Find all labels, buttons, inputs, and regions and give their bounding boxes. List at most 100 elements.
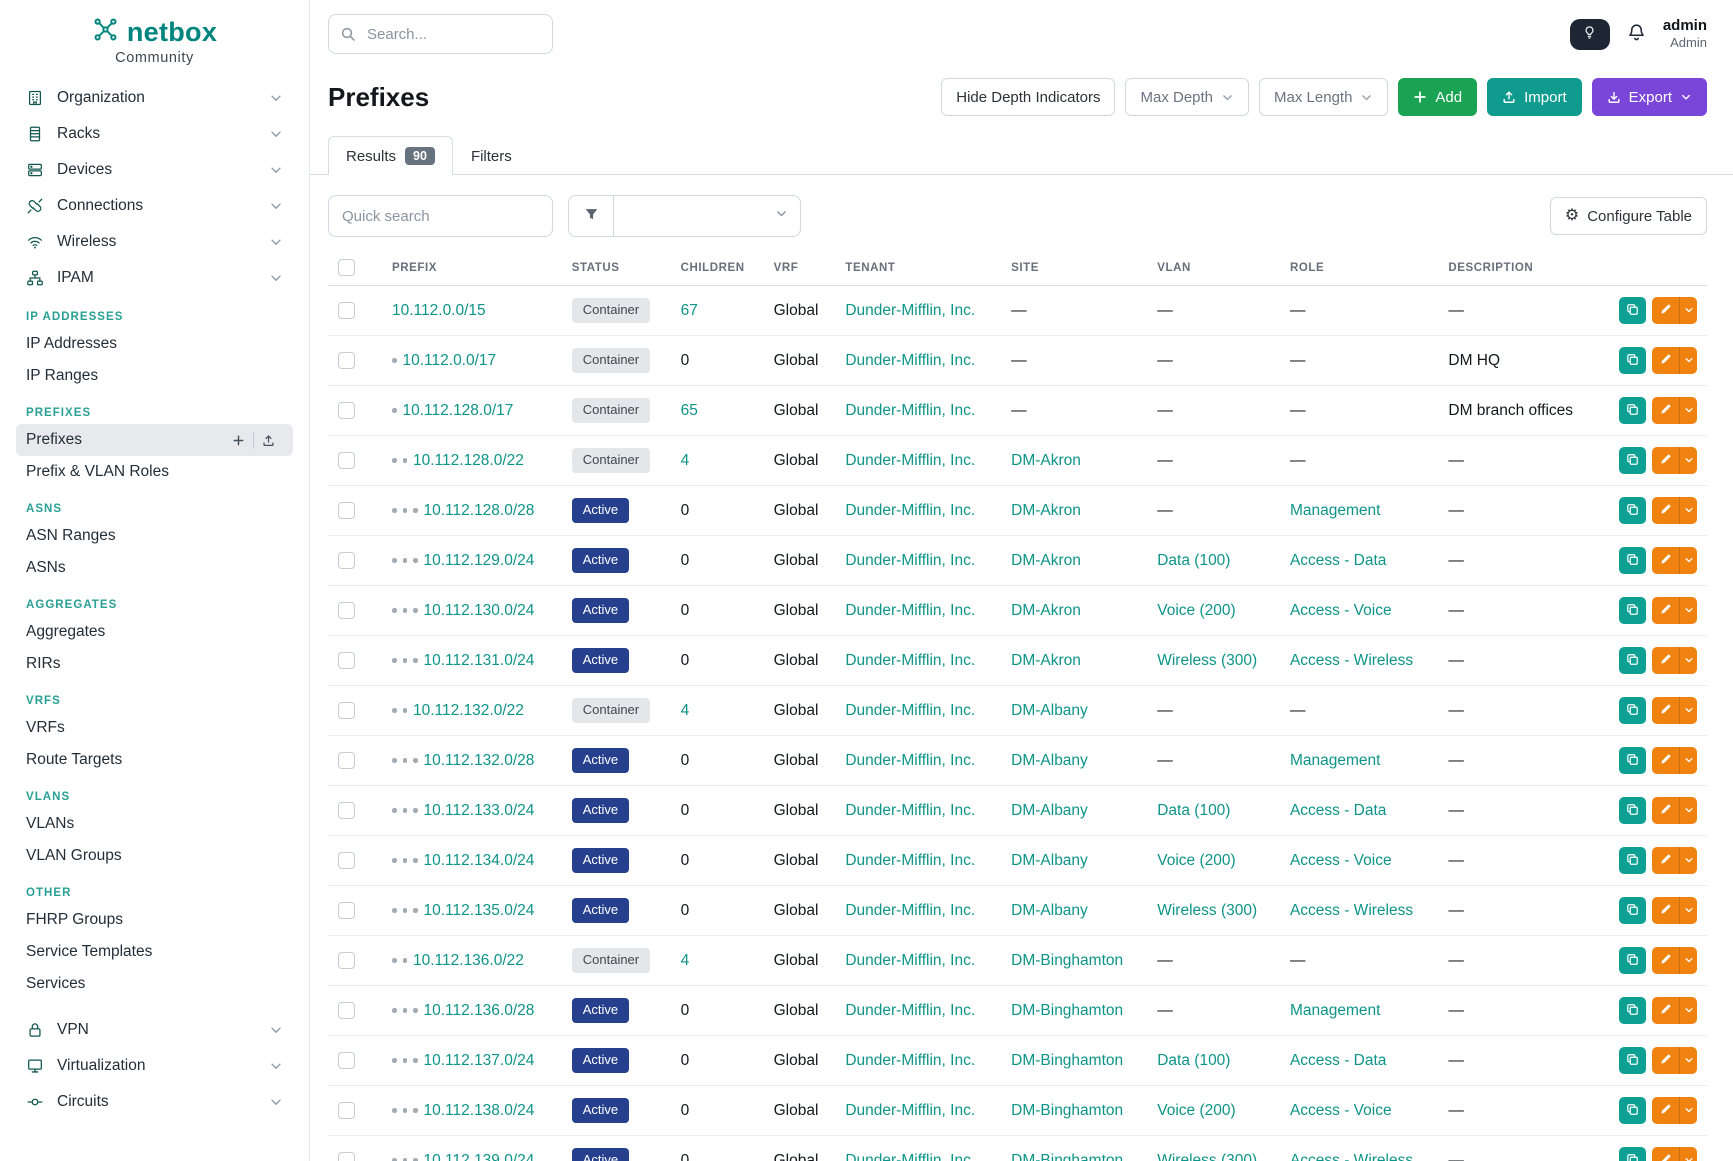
row-checkbox[interactable] bbox=[338, 652, 355, 669]
edit-dropdown-button[interactable] bbox=[1679, 1047, 1697, 1074]
sidebar-item-vlan-groups[interactable]: VLAN Groups bbox=[16, 840, 293, 872]
edit-button[interactable] bbox=[1652, 497, 1679, 524]
prefix-link[interactable]: 10.112.128.0/22 bbox=[413, 452, 524, 469]
edit-dropdown-button[interactable] bbox=[1679, 447, 1697, 474]
sidebar-item-asn-ranges[interactable]: ASN Ranges bbox=[16, 520, 293, 552]
vlan-link[interactable]: Voice (200) bbox=[1157, 1102, 1235, 1119]
tenant-link[interactable]: Dunder-Mifflin, Inc. bbox=[845, 402, 975, 419]
sidebar-item-vrfs[interactable]: VRFs bbox=[16, 712, 293, 744]
theme-toggle-button[interactable] bbox=[1570, 19, 1610, 50]
site-link[interactable]: DM-Akron bbox=[1011, 602, 1081, 619]
edit-button[interactable] bbox=[1652, 547, 1679, 574]
row-checkbox[interactable] bbox=[338, 502, 355, 519]
tenant-link[interactable]: Dunder-Mifflin, Inc. bbox=[845, 352, 975, 369]
sidebar-item-service-templates[interactable]: Service Templates bbox=[16, 936, 293, 968]
vlan-link[interactable]: Voice (200) bbox=[1157, 852, 1235, 869]
saved-filter-select[interactable] bbox=[614, 196, 800, 236]
row-checkbox[interactable] bbox=[338, 302, 355, 319]
column-header-vlan[interactable]: VLAN bbox=[1147, 251, 1280, 286]
prefix-link[interactable]: 10.112.137.0/24 bbox=[424, 1052, 535, 1069]
children-count-link[interactable]: 4 bbox=[681, 702, 690, 719]
sidebar-item-route-targets[interactable]: Route Targets bbox=[16, 744, 293, 776]
tenant-link[interactable]: Dunder-Mifflin, Inc. bbox=[845, 852, 975, 869]
row-checkbox[interactable] bbox=[338, 1102, 355, 1119]
edit-dropdown-button[interactable] bbox=[1679, 747, 1697, 774]
prefix-link[interactable]: 10.112.135.0/24 bbox=[424, 902, 535, 919]
column-header-prefix[interactable]: PREFIX bbox=[382, 251, 562, 286]
copy-button[interactable] bbox=[1619, 947, 1646, 974]
prefix-link[interactable]: 10.112.136.0/22 bbox=[413, 952, 524, 969]
copy-button[interactable] bbox=[1619, 597, 1646, 624]
prefix-link[interactable]: 10.112.128.0/28 bbox=[424, 502, 535, 519]
column-header-tenant[interactable]: TENANT bbox=[835, 251, 1001, 286]
prefix-link[interactable]: 10.112.0.0/17 bbox=[403, 352, 497, 369]
tenant-link[interactable]: Dunder-Mifflin, Inc. bbox=[845, 752, 975, 769]
filter-button[interactable] bbox=[569, 196, 614, 236]
edit-button[interactable] bbox=[1652, 647, 1679, 674]
netbox-logo[interactable]: netbox Community bbox=[16, 16, 293, 66]
role-link[interactable]: Access - Wireless bbox=[1290, 652, 1413, 669]
copy-button[interactable] bbox=[1619, 297, 1646, 324]
edit-dropdown-button[interactable] bbox=[1679, 497, 1697, 524]
edit-button[interactable] bbox=[1652, 947, 1679, 974]
sidebar-item-ip-ranges[interactable]: IP Ranges bbox=[16, 360, 293, 392]
sidebar-item-vlans[interactable]: VLANs bbox=[16, 808, 293, 840]
edit-button[interactable] bbox=[1652, 1147, 1679, 1161]
column-header-role[interactable]: ROLE bbox=[1280, 251, 1438, 286]
role-link[interactable]: Access - Voice bbox=[1290, 602, 1392, 619]
role-link[interactable]: Management bbox=[1290, 752, 1380, 769]
vlan-link[interactable]: Data (100) bbox=[1157, 1052, 1230, 1069]
sidebar-item-devices[interactable]: Devices bbox=[16, 152, 293, 188]
prefix-link[interactable]: 10.112.129.0/24 bbox=[424, 552, 535, 569]
row-checkbox[interactable] bbox=[338, 902, 355, 919]
prefix-link[interactable]: 10.112.133.0/24 bbox=[424, 802, 535, 819]
sidebar-item-organization[interactable]: Organization bbox=[16, 80, 293, 116]
role-link[interactable]: Access - Data bbox=[1290, 802, 1386, 819]
row-checkbox[interactable] bbox=[338, 702, 355, 719]
edit-button[interactable] bbox=[1652, 997, 1679, 1024]
edit-dropdown-button[interactable] bbox=[1679, 397, 1697, 424]
tenant-link[interactable]: Dunder-Mifflin, Inc. bbox=[845, 652, 975, 669]
copy-button[interactable] bbox=[1619, 997, 1646, 1024]
site-link[interactable]: DM-Akron bbox=[1011, 452, 1081, 469]
user-menu[interactable]: admin Admin bbox=[1663, 17, 1707, 51]
row-checkbox[interactable] bbox=[338, 1002, 355, 1019]
copy-button[interactable] bbox=[1619, 747, 1646, 774]
children-count-link[interactable]: 4 bbox=[681, 952, 690, 969]
column-header-vrf[interactable]: VRF bbox=[764, 251, 836, 286]
copy-button[interactable] bbox=[1619, 897, 1646, 924]
site-link[interactable]: DM-Binghamton bbox=[1011, 952, 1123, 969]
sidebar-item-circuits[interactable]: Circuits bbox=[16, 1084, 293, 1120]
copy-button[interactable] bbox=[1619, 697, 1646, 724]
role-link[interactable]: Management bbox=[1290, 1002, 1380, 1019]
sidebar-item-connections[interactable]: Connections bbox=[16, 188, 293, 224]
column-header-site[interactable]: SITE bbox=[1001, 251, 1147, 286]
edit-dropdown-button[interactable] bbox=[1679, 1147, 1697, 1161]
tenant-link[interactable]: Dunder-Mifflin, Inc. bbox=[845, 1152, 975, 1161]
edit-dropdown-button[interactable] bbox=[1679, 1097, 1697, 1124]
row-checkbox[interactable] bbox=[338, 802, 355, 819]
tenant-link[interactable]: Dunder-Mifflin, Inc. bbox=[845, 1102, 975, 1119]
edit-dropdown-button[interactable] bbox=[1679, 297, 1697, 324]
edit-dropdown-button[interactable] bbox=[1679, 797, 1697, 824]
sidebar-item-prefix-vlan-roles[interactable]: Prefix & VLAN Roles bbox=[16, 456, 293, 488]
row-checkbox[interactable] bbox=[338, 1152, 355, 1161]
select-all-checkbox[interactable] bbox=[338, 259, 355, 276]
configure-table-button[interactable]: ⚙ Configure Table bbox=[1550, 197, 1707, 235]
copy-button[interactable] bbox=[1619, 797, 1646, 824]
row-checkbox[interactable] bbox=[338, 752, 355, 769]
prefix-link[interactable]: 10.112.128.0/17 bbox=[403, 402, 514, 419]
row-checkbox[interactable] bbox=[338, 352, 355, 369]
edit-dropdown-button[interactable] bbox=[1679, 697, 1697, 724]
sidebar-item-aggregates[interactable]: Aggregates bbox=[16, 616, 293, 648]
prefix-link[interactable]: 10.112.139.0/24 bbox=[424, 1152, 535, 1161]
site-link[interactable]: DM-Binghamton bbox=[1011, 1052, 1123, 1069]
copy-button[interactable] bbox=[1619, 397, 1646, 424]
edit-button[interactable] bbox=[1652, 1047, 1679, 1074]
edit-button[interactable] bbox=[1652, 847, 1679, 874]
vlan-link[interactable]: Data (100) bbox=[1157, 802, 1230, 819]
copy-button[interactable] bbox=[1619, 447, 1646, 474]
site-link[interactable]: DM-Binghamton bbox=[1011, 1102, 1123, 1119]
prefix-link[interactable]: 10.112.0.0/15 bbox=[392, 302, 486, 319]
tab-filters[interactable]: Filters bbox=[453, 137, 530, 175]
